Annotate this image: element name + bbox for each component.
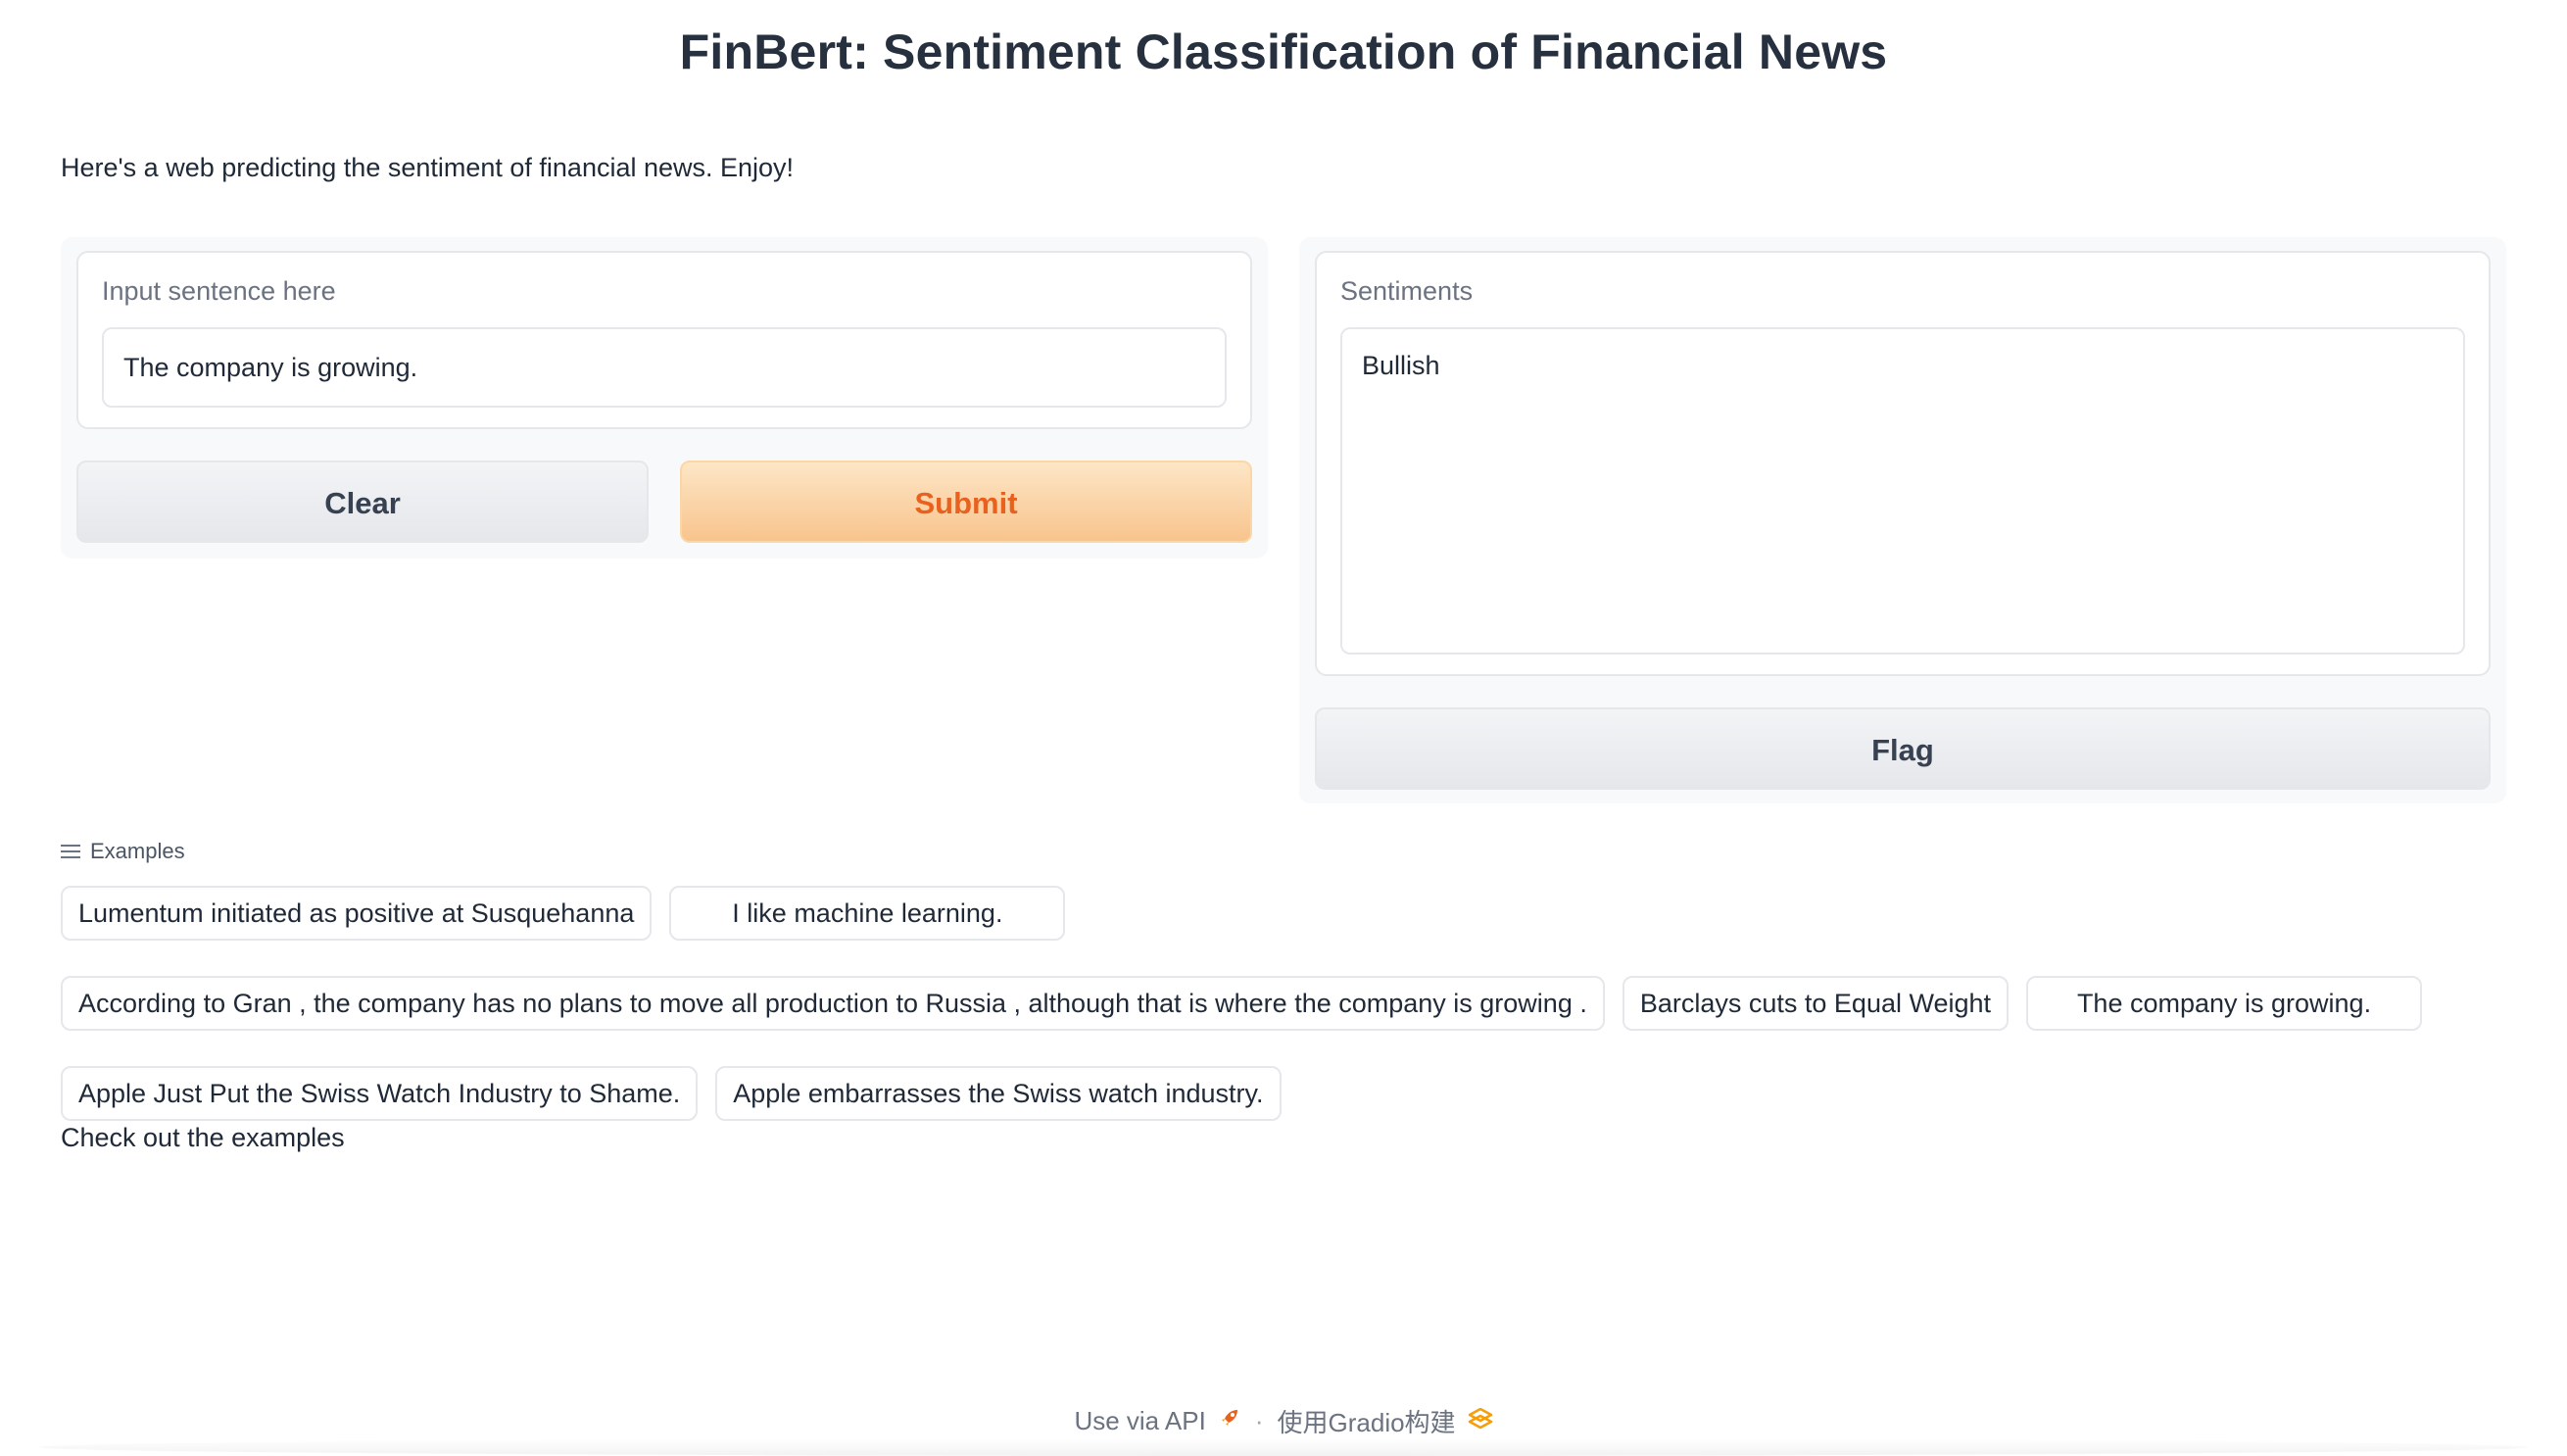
footer-separator: · <box>1254 1406 1264 1435</box>
example-item[interactable]: I like machine learning. <box>669 886 1066 941</box>
submit-button[interactable]: Submit <box>680 461 1252 543</box>
example-item[interactable]: According to Gran , the company has no p… <box>61 976 1605 1031</box>
page-description: Here's a web predicting the sentiment of… <box>61 153 795 182</box>
sentence-input[interactable] <box>102 327 1227 408</box>
input-block: Input sentence here <box>76 251 1252 429</box>
examples-list: Lumentum initiated as positive at Susque… <box>61 886 2471 1121</box>
example-item[interactable]: Lumentum initiated as positive at Susque… <box>61 886 653 941</box>
built-with-gradio-link[interactable]: 使用Gradio构建 <box>1278 1403 1493 1439</box>
output-label: Sentiments <box>1340 276 1474 306</box>
example-item[interactable]: Apple embarrasses the Swiss watch indust… <box>715 1066 1282 1121</box>
gradio-logo-icon <box>1468 1406 1493 1436</box>
api-link-label: Use via API <box>1074 1406 1206 1435</box>
examples-header-label: Examples <box>90 839 185 863</box>
sentiment-output[interactable]: Bullish <box>1340 327 2465 655</box>
input-label: Input sentence here <box>102 276 336 306</box>
example-item[interactable]: Apple Just Put the Swiss Watch Industry … <box>61 1066 699 1121</box>
page-title: FinBert: Sentiment Classification of Fin… <box>679 24 1888 79</box>
input-panel: Input sentence here Clear Submit <box>61 237 1268 558</box>
article-text: Check out the examples <box>61 1123 345 1152</box>
example-item[interactable]: The company is growing. <box>2026 976 2423 1031</box>
footer: Use via API · 使用Gradio构建 <box>0 1403 2567 1439</box>
output-panel: Sentiments Bullish Flag <box>1299 237 2506 803</box>
list-icon <box>61 844 80 859</box>
flag-button[interactable]: Flag <box>1315 707 2491 790</box>
rocket-icon <box>1218 1406 1241 1436</box>
built-with-label: 使用Gradio构建 <box>1277 1408 1456 1437</box>
output-block: Sentiments Bullish <box>1315 251 2491 676</box>
examples-header: Examples <box>61 839 185 864</box>
clear-button[interactable]: Clear <box>76 461 649 543</box>
gradio-app: FinBert: Sentiment Classification of Fin… <box>0 0 2567 1456</box>
bottom-shadow <box>39 1438 2528 1456</box>
example-item[interactable]: Barclays cuts to Equal Weight <box>1622 976 2010 1031</box>
use-via-api-link[interactable]: Use via API <box>1074 1406 1240 1436</box>
